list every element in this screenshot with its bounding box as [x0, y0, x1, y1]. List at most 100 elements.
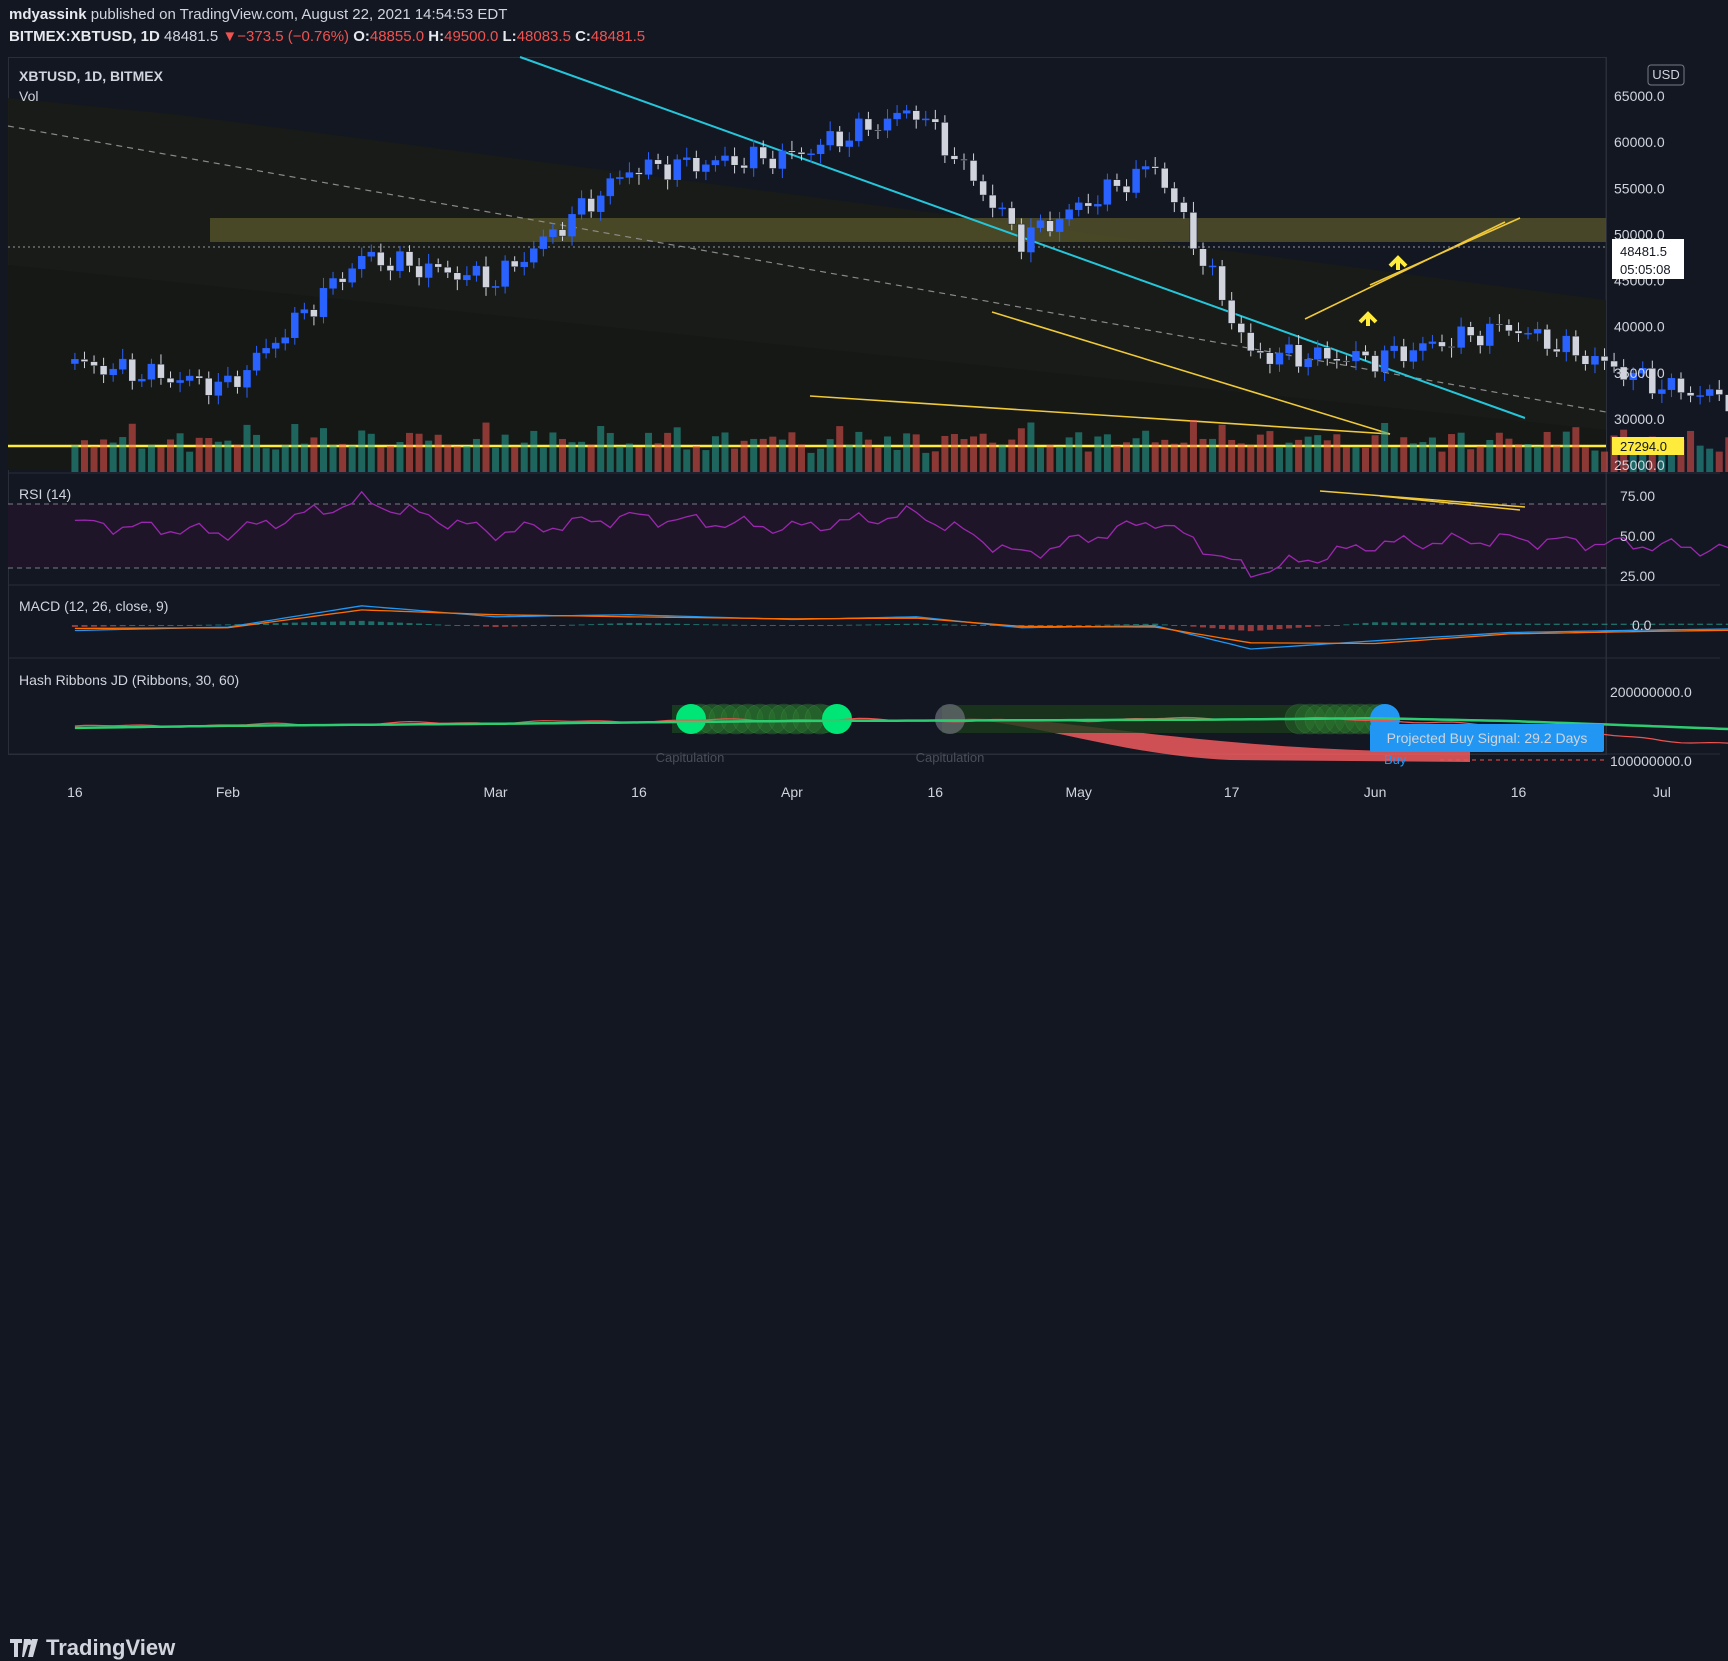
time-axis-label: Apr: [781, 784, 803, 800]
candle: [1533, 328, 1542, 334]
volume-bar: [243, 424, 251, 472]
volume-bar: [377, 447, 385, 472]
candle: [577, 198, 586, 215]
volume-bar: [396, 441, 404, 472]
candle: [740, 164, 748, 169]
candle: [338, 278, 347, 283]
candle: [271, 342, 280, 349]
volume-bar: [109, 442, 117, 472]
volume-bar: [826, 439, 834, 472]
macd-histogram-bar: [263, 623, 270, 625]
ohlc-bar: BITMEX:XBTUSD, 1D 48481.5 ▼−373.5 (−0.76…: [9, 28, 645, 45]
candle: [147, 363, 156, 380]
candle: [1113, 179, 1121, 187]
macd-histogram-bar: [635, 623, 642, 625]
volume-bar: [673, 427, 681, 472]
volume-bar: [807, 452, 815, 472]
volume-bar: [262, 448, 270, 472]
tradingview-logo[interactable]: TradingView: [10, 1635, 175, 1661]
volume-bar: [1333, 434, 1341, 472]
candle: [807, 153, 815, 156]
macd-histogram-bar: [817, 625, 824, 626]
macd-histogram-bar: [702, 624, 709, 626]
candle: [826, 131, 834, 146]
macd-histogram-bar: [291, 622, 298, 625]
volume-bar: [1400, 437, 1408, 472]
macd-histogram-bar: [798, 625, 805, 626]
macd-histogram-bar: [1333, 625, 1340, 626]
volume-bar: [281, 444, 289, 472]
time-axis-label: May: [1065, 784, 1091, 800]
open-label: O:: [353, 28, 370, 45]
candle: [1457, 326, 1465, 348]
symbol-label: BITMEX:XBTUSD, 1D: [9, 28, 160, 45]
macd-histogram-bar: [1716, 623, 1723, 625]
volume-bar: [750, 438, 758, 472]
price-axis-label: 25000.0: [1614, 457, 1665, 473]
candle: [654, 159, 662, 165]
candle: [587, 198, 595, 212]
time-axis-label: 17: [1224, 784, 1240, 800]
candle: [644, 159, 653, 175]
candle: [453, 272, 462, 281]
candle: [960, 159, 968, 161]
time-axis-label: 16: [67, 784, 83, 800]
macd-histogram-bar: [1678, 623, 1684, 625]
macd-histogram-bar: [1247, 625, 1254, 632]
volume-bar: [1486, 439, 1494, 472]
time-axis-label: 16: [1511, 784, 1527, 800]
macd-histogram-bar: [1448, 623, 1455, 625]
macd-histogram-bar: [664, 623, 671, 625]
candle: [348, 268, 356, 283]
macd-histogram-bar: [1152, 623, 1159, 625]
projected-buy-label: Projected Buy Signal: 29.2 Days: [1387, 730, 1588, 746]
candle: [1122, 185, 1131, 193]
candle: [730, 155, 739, 166]
macd-histogram-bar: [722, 624, 728, 626]
candle: [721, 155, 729, 161]
volume-bar: [606, 432, 614, 472]
macd-histogram-bar: [1582, 623, 1589, 625]
volume-bar: [300, 443, 308, 472]
candle: [835, 131, 844, 147]
volume-bar: [635, 447, 643, 472]
macd-histogram-bar: [1190, 625, 1197, 627]
macd-histogram-bar: [961, 624, 967, 626]
volume-bar: [884, 436, 892, 472]
macd-histogram-bar: [1113, 624, 1120, 626]
macd-histogram-bar: [454, 625, 461, 626]
candle: [1199, 248, 1207, 267]
candle: [415, 265, 423, 278]
macd-histogram-bar: [836, 624, 843, 626]
volume-bar: [1476, 446, 1484, 472]
macd-histogram-bar: [750, 625, 757, 626]
candle: [539, 236, 548, 249]
close-label: C:: [575, 28, 591, 45]
volume-bar: [654, 443, 662, 472]
volume-bar: [90, 446, 98, 472]
chart-canvas[interactable]: XBTUSD, 1D, BITMEX Vol USD 65000.0 60000.…: [0, 52, 1728, 812]
high-label: H:: [428, 28, 445, 45]
candle: [1055, 218, 1064, 232]
buy-signal-dot: [676, 704, 706, 734]
volume-bar: [195, 437, 203, 472]
volume-bar: [291, 424, 299, 472]
macd-histogram-bar: [100, 625, 107, 627]
macd-histogram-bar: [1257, 625, 1264, 631]
volume-bar: [711, 436, 719, 472]
macd-histogram-bar: [1161, 624, 1168, 626]
macd-histogram-bar: [1133, 624, 1140, 626]
macd-histogram-bar: [1525, 623, 1532, 625]
buy-label: Buy: [1384, 752, 1407, 767]
candle: [1466, 326, 1475, 336]
author-name[interactable]: mdyassink: [9, 6, 87, 23]
candle: [1008, 207, 1016, 225]
candle: [759, 146, 767, 159]
candle: [1103, 179, 1112, 205]
candle: [1380, 350, 1389, 372]
volume-bar: [472, 438, 480, 472]
candle: [1304, 358, 1312, 368]
candle: [1266, 352, 1274, 365]
candle: [1161, 167, 1169, 189]
volume-bar: [1046, 444, 1054, 472]
